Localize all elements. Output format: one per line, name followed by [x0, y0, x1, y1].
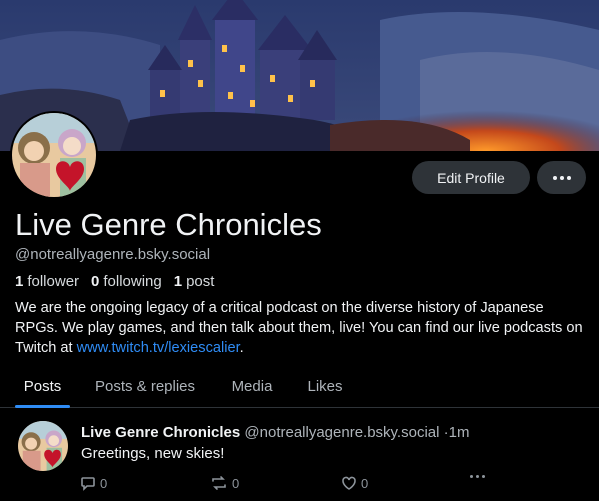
like-button[interactable]: 0 [341, 475, 368, 491]
reply-button[interactable]: 0 [80, 475, 107, 491]
edit-profile-button[interactable]: Edit Profile [412, 161, 530, 194]
feed-post[interactable]: Live Genre Chronicles @notreallyagenre.b… [0, 409, 599, 501]
post-more-button[interactable] [470, 475, 485, 478]
reply-count: 0 [100, 475, 108, 491]
tab-posts[interactable]: Posts [15, 364, 70, 408]
post-author-handle[interactable]: @notreallyagenre.bsky.social [244, 424, 439, 441]
post-actions: 0 0 0 [80, 475, 500, 495]
heart-icon [342, 476, 356, 490]
post-text: Greetings, new skies! [81, 445, 225, 462]
profile-stats: 1 follower 0 following 1 post [15, 273, 214, 290]
repost-icon [212, 476, 226, 490]
posts-stat: 1 post [173, 273, 215, 290]
post-header: Live Genre Chronicles @notreallyagenre.b… [81, 424, 469, 441]
profile-display-name: Live Genre Chronicles [15, 207, 322, 242]
ellipsis-icon [470, 475, 473, 478]
tab-posts-and-replies[interactable]: Posts & replies [86, 364, 204, 408]
post-author-avatar[interactable] [18, 421, 68, 471]
repost-count: 0 [232, 475, 240, 491]
post-author-name[interactable]: Live Genre Chronicles [81, 424, 240, 441]
tab-likes[interactable]: Likes [298, 364, 352, 408]
profile-handle: @notreallyagenre.bsky.social [15, 246, 211, 263]
ellipsis-icon [552, 175, 557, 180]
active-tab-indicator [15, 405, 70, 408]
post-timestamp[interactable]: 1m [449, 424, 470, 441]
reply-icon [81, 477, 95, 491]
tab-media[interactable]: Media [220, 364, 284, 408]
bio-twitch-link[interactable]: www.twitch.tv/lexiescalier [77, 340, 240, 356]
followers-stat[interactable]: 1 follower [15, 273, 79, 290]
following-stat[interactable]: 0 following [91, 273, 162, 290]
like-count: 0 [361, 475, 369, 491]
profile-bio: We are the ongoing legacy of a critical … [15, 300, 583, 356]
profile-tabs: Posts Posts & replies Media Likes [0, 364, 599, 408]
profile-avatar[interactable] [10, 111, 98, 199]
profile-banner[interactable] [0, 0, 599, 151]
repost-button[interactable]: 0 [210, 475, 239, 491]
more-options-button[interactable] [537, 161, 586, 194]
